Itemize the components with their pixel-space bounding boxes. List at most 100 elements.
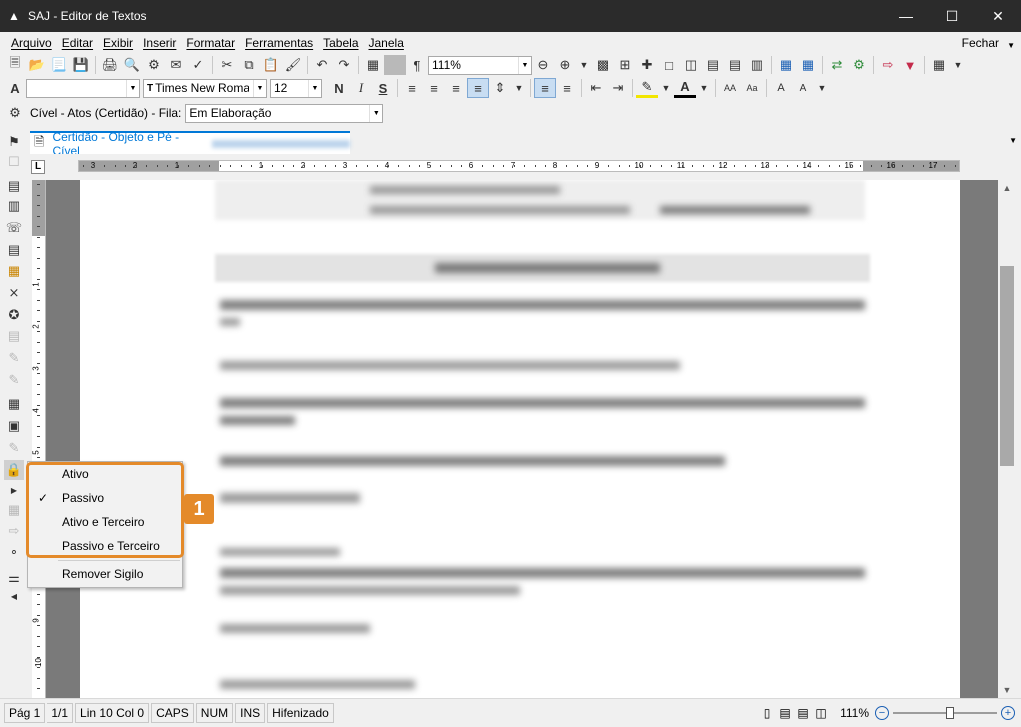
insert-table-icon[interactable]: ▦	[362, 55, 384, 75]
vertical-scrollbar[interactable]: ▲ ▼	[998, 180, 1016, 698]
fechar-button[interactable]: Fechar	[962, 36, 999, 50]
bold-icon[interactable]: N	[328, 78, 350, 98]
chevron-down-icon[interactable]: ▼	[696, 78, 712, 98]
menu-tabela[interactable]: Tabela	[318, 36, 363, 50]
highlight-icon[interactable]: ✎	[636, 78, 658, 98]
tab-certidao[interactable]: 🗎 Certidão - Objeto e Pé - Cível	[30, 130, 350, 158]
table-rows-icon[interactable]: ▤	[724, 55, 746, 75]
filter-icon[interactable]: ▼	[899, 55, 921, 75]
field-remove-icon[interactable]: ⇨	[877, 55, 899, 75]
justify-icon[interactable]: ≡	[467, 78, 489, 98]
grid-view-icon[interactable]: ▦	[928, 55, 950, 75]
format-painter-icon[interactable]: 🖌	[282, 55, 304, 75]
maximize-button[interactable]: ☐	[929, 0, 975, 32]
chevron-down-icon[interactable]: ▼	[1007, 41, 1015, 50]
zoom-out-button[interactable]: −	[875, 706, 889, 720]
comment-icon[interactable]: ☏	[4, 218, 24, 238]
chevron-right-icon[interactable]: ▶	[4, 480, 24, 500]
merge-cells-icon[interactable]: ▤	[702, 55, 724, 75]
align-center-icon[interactable]: ≡	[423, 78, 445, 98]
page-view-icon[interactable]: ▯	[758, 704, 776, 722]
increase-indent-icon[interactable]: ⇥	[607, 78, 629, 98]
paint-roller-icon[interactable]: ⚌	[4, 568, 24, 588]
lock-icon[interactable]: 🔒	[4, 460, 24, 480]
book-icon[interactable]: ▤	[4, 326, 24, 346]
style-icon[interactable]: A	[4, 78, 26, 98]
print-settings-icon[interactable]: ⚙	[143, 55, 165, 75]
chevron-down-icon[interactable]: ▼	[1009, 136, 1017, 145]
calendar-icon[interactable]: ▦	[4, 394, 24, 414]
style-combo[interactable]: ▼	[26, 78, 140, 98]
lowercase-icon[interactable]: Aa	[741, 78, 763, 98]
chevron-down-icon[interactable]: ▼	[511, 78, 527, 98]
select-cells-icon[interactable]: ▩	[592, 55, 614, 75]
chevron-down-icon[interactable]: ▼	[518, 56, 531, 74]
bullet-list-icon[interactable]: ≡	[534, 78, 556, 98]
menu-exibir[interactable]: Exibir	[98, 36, 138, 50]
file-remove-icon[interactable]: ⨯	[4, 283, 24, 303]
redo-icon[interactable]: ↷	[333, 55, 355, 75]
layout-alt-icon[interactable]: ▦	[797, 55, 819, 75]
insert-cross-icon[interactable]: ✚	[636, 55, 658, 75]
scroll-up-icon[interactable]: ▲	[998, 180, 1016, 196]
print-preview-icon[interactable]: 🔍	[121, 55, 143, 75]
grow-font-icon[interactable]: A	[770, 78, 792, 98]
document-workspace[interactable]	[46, 180, 998, 698]
vertical-ruler[interactable]: 12345678910	[32, 180, 46, 698]
zoom-combo[interactable]: 111% ▼	[428, 55, 532, 75]
horizontal-ruler[interactable]: 3211234567891011121314151617	[78, 160, 960, 172]
form-icon[interactable]: ▤	[4, 240, 24, 260]
italic-icon[interactable]: I	[350, 78, 372, 98]
print-icon[interactable]: 🖨	[99, 55, 121, 75]
align-left-icon[interactable]: ≡	[401, 78, 423, 98]
zoom-in-icon[interactable]: ⊕	[554, 55, 576, 75]
line-spacing-icon[interactable]: ⇕	[489, 78, 511, 98]
document-page[interactable]	[80, 180, 960, 698]
menu-arquivo[interactable]: Arquivo	[6, 36, 57, 50]
queue-combo[interactable]: Em Elaboração ▼	[185, 103, 384, 123]
chevron-down-icon[interactable]: ▼	[950, 55, 966, 75]
email-icon[interactable]: ✉	[165, 55, 187, 75]
uppercase-icon[interactable]: AA	[719, 78, 741, 98]
scroll-thumb[interactable]	[1000, 266, 1014, 466]
insert-field-icon[interactable]: ⚑	[4, 132, 24, 152]
award-icon[interactable]: ✪	[4, 305, 24, 325]
zoom-slider[interactable]	[893, 706, 997, 720]
chevron-down-icon[interactable]: ▼	[126, 79, 139, 97]
two-page-icon[interactable]: ◫	[812, 704, 830, 722]
font-size-combo[interactable]: 12 ▼	[270, 78, 322, 98]
file-lock-icon[interactable]: ▦	[4, 261, 24, 281]
chevron-down-icon[interactable]: ▼	[658, 78, 674, 98]
print-layout-icon[interactable]: ▤	[776, 704, 794, 722]
chevron-down-icon[interactable]: ▼	[308, 79, 321, 97]
field-insert-icon[interactable]: ⇄	[826, 55, 848, 75]
spellcheck-icon[interactable]: ✓	[187, 55, 209, 75]
zoom-slider-knob[interactable]	[945, 707, 954, 719]
decrease-indent-icon[interactable]: ⇤	[585, 78, 607, 98]
font-color-icon[interactable]: A	[674, 78, 696, 98]
template-icon[interactable]: ▤	[4, 176, 24, 196]
pilcrow-icon[interactable]: ¶	[406, 55, 428, 75]
table-icon[interactable]: ⊞	[614, 55, 636, 75]
chevron-left-icon[interactable]: ◀	[4, 586, 24, 606]
menu-formatar[interactable]: Formatar	[181, 36, 240, 50]
export-icon[interactable]: ⇨	[4, 521, 24, 541]
menu-item-remover-sigilo[interactable]: Remover Sigilo	[28, 562, 182, 586]
chevron-down-icon[interactable]: ▼	[576, 55, 592, 75]
underline-icon[interactable]: S	[372, 78, 394, 98]
edit-tag-icon[interactable]: ✎	[4, 438, 24, 458]
minimize-button[interactable]: —	[883, 0, 929, 32]
cut-icon[interactable]: ✂	[216, 55, 238, 75]
web-layout-icon[interactable]: ▤	[794, 704, 812, 722]
cell-border-icon[interactable]: □	[658, 55, 680, 75]
table-cols-icon[interactable]: ▥	[746, 55, 768, 75]
share-icon[interactable]: ∘	[4, 542, 24, 562]
tab-stop-selector[interactable]: L	[31, 160, 45, 174]
new-document-icon[interactable]: 🗏	[4, 55, 26, 75]
open-folder-icon[interactable]: 📂	[26, 55, 48, 75]
menu-editar[interactable]: Editar	[57, 36, 98, 50]
tree-icon[interactable]: ⚙	[848, 55, 870, 75]
stamp-icon[interactable]: ✎	[4, 370, 24, 390]
chevron-down-icon[interactable]: ▼	[814, 78, 830, 98]
chevron-down-icon[interactable]: ▼	[369, 104, 382, 122]
